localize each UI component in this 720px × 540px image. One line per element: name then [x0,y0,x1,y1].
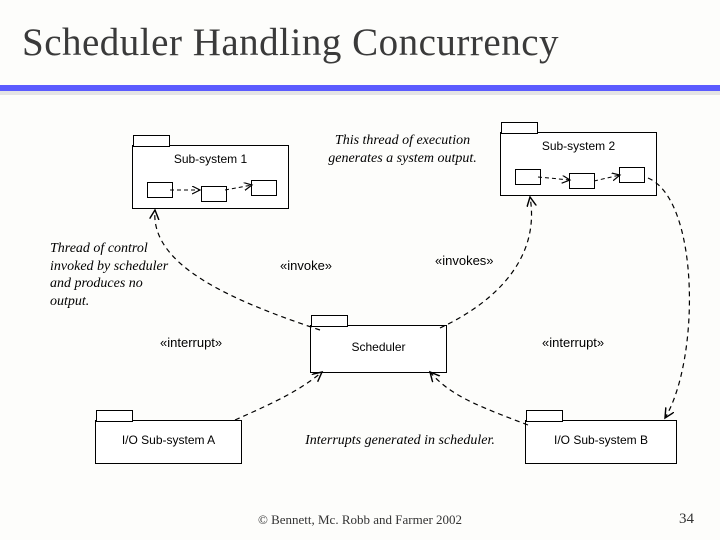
note-bottom-center: Interrupts generated in scheduler. [285,432,515,450]
arrow-ioa-to-scheduler [235,372,322,420]
arrow-iob-to-scheduler [430,372,528,425]
inner-box [147,182,173,198]
package-tab [133,135,170,147]
package-scheduler: Scheduler [310,325,447,373]
stereo-invokes: «invokes» [435,253,494,268]
package-io-b: I/O Sub-system B [525,420,677,464]
stereo-interrupt-left: «interrupt» [160,335,222,350]
stereo-interrupt-right: «interrupt» [542,335,604,350]
arrow-sub2-to-iob [648,178,689,418]
page-number: 34 [679,511,694,528]
footer-text: © Bennett, Mc. Robb and Farmer 2002 [0,512,720,528]
inner-box [515,169,541,185]
package-tab [526,410,563,422]
page-title: Scheduler Handling Concurrency [22,20,559,65]
note-top-center: This thread of execution generates a sys… [325,132,480,167]
package-sub-system-2: Sub-system 2 [500,132,657,196]
stereo-invoke: «invoke» [280,258,332,273]
package-tab [311,315,348,327]
inner-box [569,173,595,189]
inner-box [201,186,227,202]
package-label: Sub-system 1 [133,152,288,166]
package-tab [96,410,133,422]
title-underline-shadow [0,91,720,95]
note-left: Thread of control invoked by scheduler a… [50,240,180,310]
package-label: I/O Sub-system B [526,433,676,447]
package-sub-system-1: Sub-system 1 [132,145,289,209]
package-io-a: I/O Sub-system A [95,420,242,464]
package-label: Sub-system 2 [501,139,656,153]
package-label: Scheduler [311,340,446,354]
inner-box [619,167,645,183]
package-tab [501,122,538,134]
inner-box [251,180,277,196]
package-label: I/O Sub-system A [96,433,241,447]
